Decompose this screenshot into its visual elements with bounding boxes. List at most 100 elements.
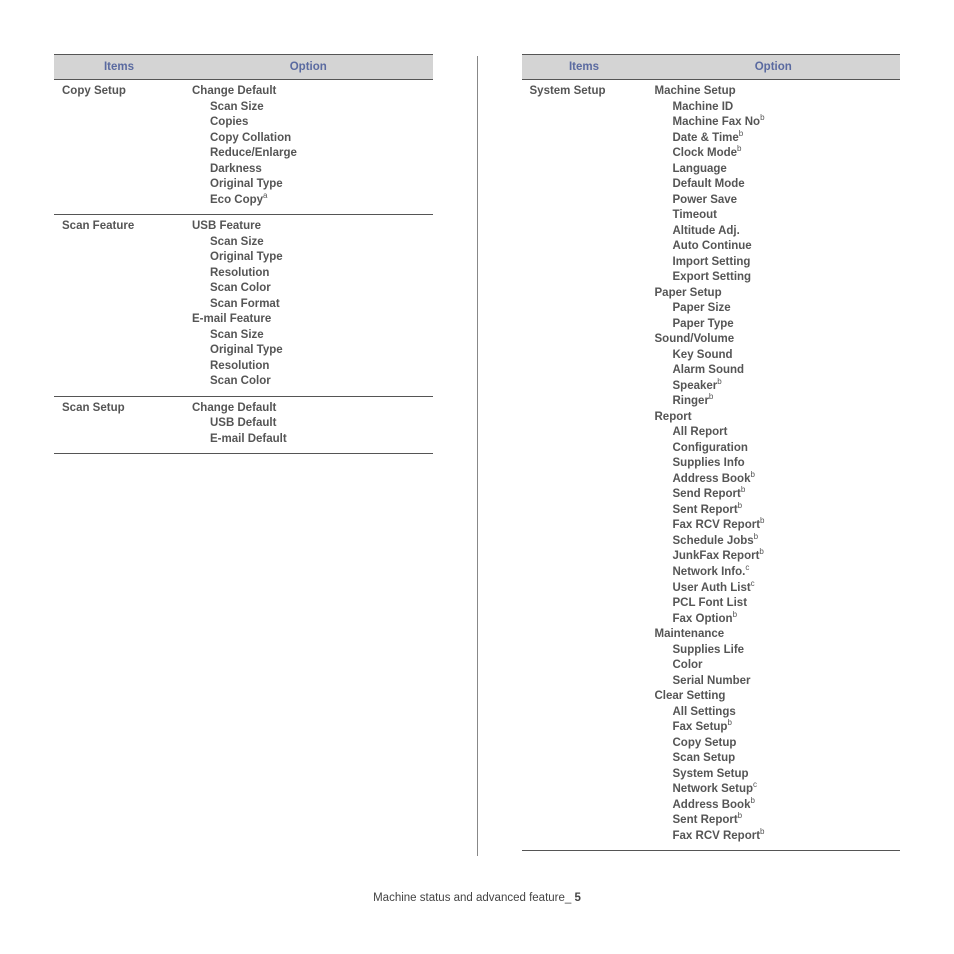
option-entry: Machine Setup — [655, 84, 893, 100]
footer-text: Machine status and advanced feature — [373, 892, 565, 904]
footer-sep: _ — [565, 892, 571, 904]
option-entry: Eco Copya — [210, 193, 425, 209]
footnote-ref: b — [741, 486, 745, 495]
option-entry: Copy Setup — [673, 736, 893, 752]
item-cell: Scan Setup — [54, 396, 184, 454]
table-row: Scan FeatureUSB FeatureScan SizeOriginal… — [54, 215, 433, 397]
option-entry: Speakerb — [673, 379, 893, 395]
footnote-ref: b — [727, 718, 731, 727]
option-entry: Sent Reportb — [673, 503, 893, 519]
right-table: Items Option System SetupMachine SetupMa… — [522, 54, 901, 851]
option-entry: Date & Timeb — [673, 131, 893, 147]
footnote-ref: b — [759, 548, 763, 557]
option-entry: Auto Continue — [673, 239, 893, 255]
option-entry: Export Setting — [673, 270, 893, 286]
option-entry: Import Setting — [673, 255, 893, 271]
option-entry: Schedule Jobsb — [673, 534, 893, 550]
option-entry: Scan Color — [210, 374, 425, 390]
footnote-ref: b — [754, 532, 758, 541]
footnote-ref: b — [709, 392, 713, 401]
option-entry: Original Type — [210, 250, 425, 266]
option-entry: Change Default — [192, 84, 425, 100]
page-content: Items Option Copy SetupChange DefaultSca… — [0, 0, 954, 856]
option-entry: Fax RCV Reportb — [673, 829, 893, 845]
option-entry: Fax RCV Reportb — [673, 518, 893, 534]
option-entry: E-mail Feature — [192, 312, 425, 328]
option-entry: System Setup — [673, 767, 893, 783]
option-entry: Scan Color — [210, 281, 425, 297]
option-entry: Serial Number — [673, 674, 893, 690]
option-entry: Scan Setup — [673, 751, 893, 767]
option-entry: Alarm Sound — [673, 363, 893, 379]
option-entry: USB Feature — [192, 219, 425, 235]
footer-page-number: 5 — [575, 892, 581, 904]
option-entry: Original Type — [210, 177, 425, 193]
right-column: Items Option System SetupMachine SetupMa… — [522, 54, 901, 856]
footnote-ref: c — [745, 563, 749, 572]
option-entry: All Settings — [673, 705, 893, 721]
option-entry: Scan Size — [210, 328, 425, 344]
table-row: Scan SetupChange DefaultUSB DefaultE-mai… — [54, 396, 433, 454]
option-entry: Color — [673, 658, 893, 674]
option-entry: Copies — [210, 115, 425, 131]
footnote-ref: b — [750, 796, 754, 805]
option-entry: Paper Type — [673, 317, 893, 333]
footnote-ref: b — [738, 811, 742, 820]
option-cell: USB FeatureScan SizeOriginal TypeResolut… — [184, 215, 433, 397]
col-header-option: Option — [647, 55, 901, 80]
option-entry: Report — [655, 410, 893, 426]
option-entry: Address Bookb — [673, 472, 893, 488]
footnote-ref: b — [760, 113, 764, 122]
option-entry: Language — [673, 162, 893, 178]
option-entry: PCL Font List — [673, 596, 893, 612]
option-entry: Ringerb — [673, 394, 893, 410]
option-entry: Resolution — [210, 359, 425, 375]
option-entry: Network Setupc — [673, 782, 893, 798]
option-entry: Configuration — [673, 441, 893, 457]
option-entry: Clock Modeb — [673, 146, 893, 162]
footnote-ref: b — [750, 470, 754, 479]
option-entry: Reduce/Enlarge — [210, 146, 425, 162]
option-entry: User Auth Listc — [673, 581, 893, 597]
option-entry: All Report — [673, 425, 893, 441]
footnote-ref: b — [760, 517, 764, 526]
footnote-ref: c — [753, 780, 757, 789]
footnote-ref: b — [738, 501, 742, 510]
option-entry: Network Info.c — [673, 565, 893, 581]
item-cell: System Setup — [522, 80, 647, 851]
option-entry: Scan Size — [210, 235, 425, 251]
option-entry: Darkness — [210, 162, 425, 178]
option-entry: Sound/Volume — [655, 332, 893, 348]
col-header-items: Items — [522, 55, 647, 80]
option-entry: Paper Size — [673, 301, 893, 317]
page-footer: Machine status and advanced feature_ 5 — [0, 892, 954, 904]
option-entry: E-mail Default — [210, 432, 425, 448]
table-row: System SetupMachine SetupMachine IDMachi… — [522, 80, 901, 851]
option-cell: Machine SetupMachine IDMachine Fax NobDa… — [647, 80, 901, 851]
option-cell: Change DefaultScan SizeCopiesCopy Collat… — [184, 80, 433, 215]
option-entry: Address Bookb — [673, 798, 893, 814]
footnote-ref: b — [733, 610, 737, 619]
footnote-ref: c — [751, 579, 755, 588]
col-header-option: Option — [184, 55, 433, 80]
left-column: Items Option Copy SetupChange DefaultSca… — [54, 54, 433, 856]
option-entry: Fax Setupb — [673, 720, 893, 736]
option-entry: Supplies Info — [673, 456, 893, 472]
option-entry: Default Mode — [673, 177, 893, 193]
footnote-ref: b — [739, 129, 743, 138]
option-entry: Power Save — [673, 193, 893, 209]
option-cell: Change DefaultUSB DefaultE-mail Default — [184, 396, 433, 454]
column-divider — [477, 56, 478, 856]
option-entry: Scan Format — [210, 297, 425, 313]
option-entry: Scan Size — [210, 100, 425, 116]
option-entry: Original Type — [210, 343, 425, 359]
option-entry: Copy Collation — [210, 131, 425, 147]
option-entry: Sent Reportb — [673, 813, 893, 829]
option-entry: Fax Optionb — [673, 612, 893, 628]
option-entry: Change Default — [192, 401, 425, 417]
item-cell: Copy Setup — [54, 80, 184, 215]
option-entry: Key Sound — [673, 348, 893, 364]
left-table: Items Option Copy SetupChange DefaultSca… — [54, 54, 433, 454]
option-entry: Send Reportb — [673, 487, 893, 503]
footnote-ref: a — [263, 191, 267, 200]
